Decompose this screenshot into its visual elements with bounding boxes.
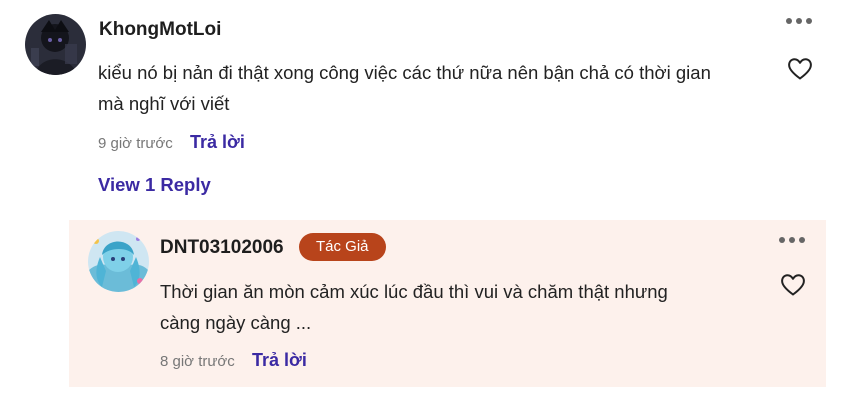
comment-text-line: mà nghĩ với viết [98,93,230,114]
blue-anime-avatar-icon [88,231,149,292]
heart-outline-icon[interactable] [780,273,806,297]
author-badge: Tác Giả [299,233,386,261]
comment-text: kiểu nó bị nản đi thật xong công việc cá… [98,57,778,119]
view-replies-link[interactable]: View 1 Reply [98,174,211,196]
user-avatar[interactable] [25,14,86,75]
reply-text-line: càng ngày càng ... [160,312,312,333]
reply-user-avatar[interactable] [88,231,149,292]
reply-text: Thời gian ăn mòn cảm xúc lúc đầu thì vui… [160,276,760,338]
dark-anime-avatar-icon [25,14,86,75]
reply-timestamp: 8 giờ trước [160,353,235,370]
more-horizontal-icon[interactable] [778,234,806,246]
more-horizontal-icon[interactable] [785,15,813,27]
reply-button[interactable]: Trả lời [190,132,245,153]
reply-reply-button[interactable]: Trả lời [252,350,307,371]
reply-username[interactable]: DNT03102006 [160,237,284,259]
reply-text-line: Thời gian ăn mòn cảm xúc lúc đầu thì vui… [160,281,668,302]
comment-timestamp: 9 giờ trước [98,135,173,152]
comment-username[interactable]: KhongMotLoi [99,19,221,41]
heart-outline-icon[interactable] [787,57,813,81]
comment-text-line: kiểu nó bị nản đi thật xong công việc cá… [98,62,711,83]
